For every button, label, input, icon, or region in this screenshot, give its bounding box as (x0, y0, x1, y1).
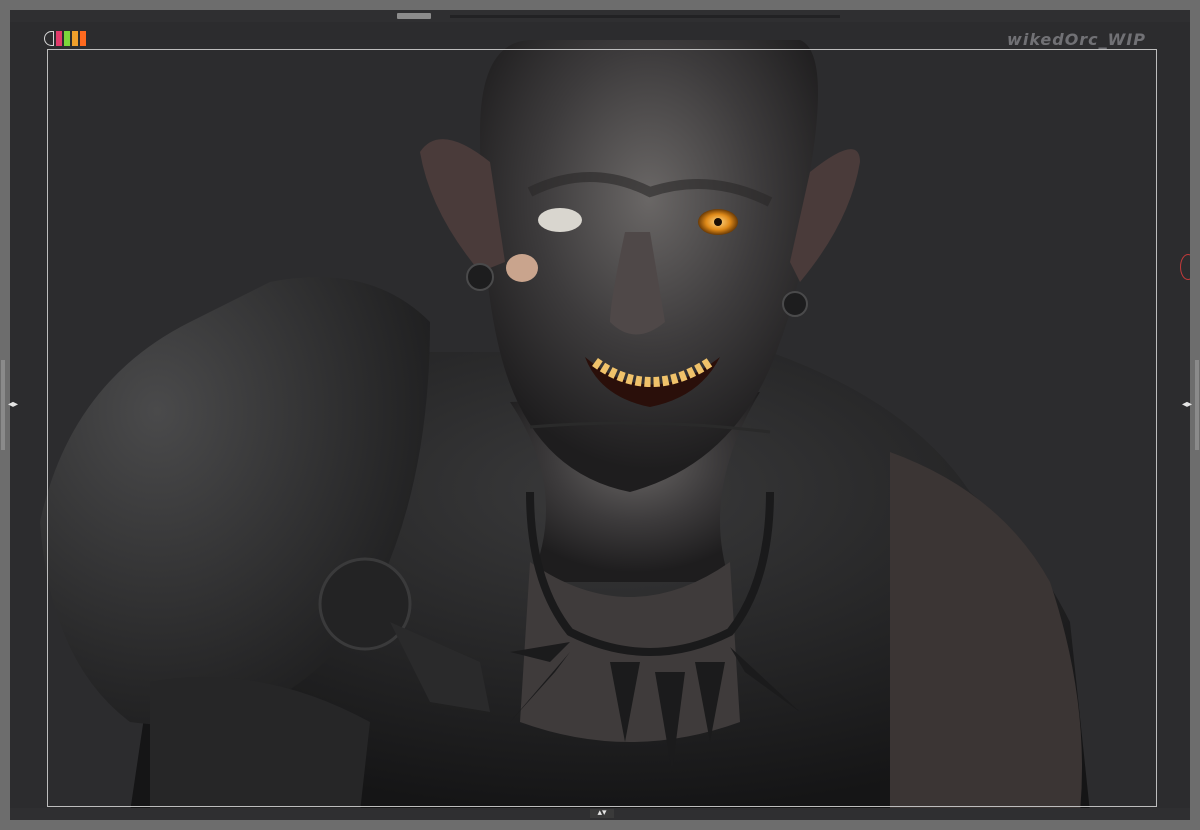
color-chip[interactable] (44, 31, 88, 46)
color-chip-yellow (72, 31, 78, 46)
right-tray-handle[interactable] (1195, 360, 1199, 450)
bottom-shelf-arrow-icon[interactable]: ▴▾ (590, 809, 614, 818)
color-chip-orange (80, 31, 86, 46)
color-chip-green (64, 31, 70, 46)
top-shelf-track (450, 15, 840, 18)
left-tray-handle[interactable] (1, 360, 5, 450)
top-shelf[interactable] (10, 10, 1190, 22)
left-tray-arrow-icon[interactable]: ◂▸ (8, 400, 18, 410)
document-title: wikedOrc_WIP (1007, 30, 1146, 49)
viewport-frame: wikedOrc_WIP ◂▸ ◂▸ ▴▾ (1, 10, 1199, 820)
right-tray-arrow-icon[interactable]: ◂▸ (1182, 400, 1192, 410)
bottom-shelf[interactable]: ▴▾ (10, 808, 1190, 820)
top-shelf-handle[interactable] (397, 13, 431, 19)
color-chip-outline (44, 31, 54, 46)
rotation-indicator (1180, 254, 1190, 280)
color-chip-red (56, 31, 62, 46)
document-canvas[interactable]: wikedOrc_WIP (10, 22, 1190, 808)
safe-frame (47, 49, 1157, 807)
